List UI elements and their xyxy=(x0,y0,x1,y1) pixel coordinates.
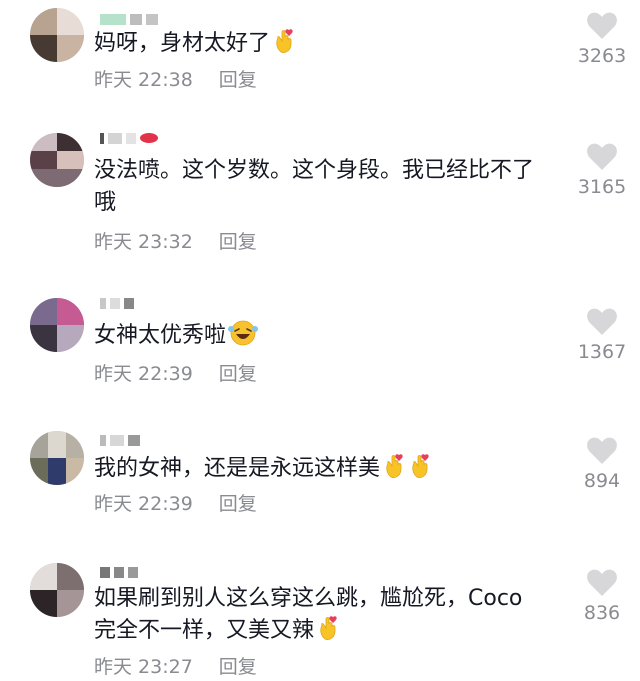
comment-time: 昨天 22:38 xyxy=(94,69,193,91)
comment-item: 我的女神，还是是永远这样美 昨天 22:39 回复 894 xyxy=(0,425,640,540)
avatar[interactable] xyxy=(30,563,84,617)
comment-time: 昨天 23:32 xyxy=(94,231,193,253)
like-count: 1367 xyxy=(577,341,627,363)
comment-text: 我的女神，还是是永远这样美 xyxy=(94,453,564,489)
reply-button[interactable]: 回复 xyxy=(219,492,257,516)
reply-button[interactable]: 回复 xyxy=(219,230,257,254)
reply-button[interactable]: 回复 xyxy=(219,68,257,92)
finger-heart-emoji xyxy=(408,453,432,489)
comment-meta: 昨天 23:32 回复 xyxy=(94,230,257,254)
finger-heart-emoji xyxy=(272,28,296,64)
avatar[interactable] xyxy=(30,133,84,187)
reply-button[interactable]: 回复 xyxy=(219,655,257,679)
avatar[interactable] xyxy=(30,8,84,62)
comment-meta: 昨天 23:27 回复 xyxy=(94,655,257,679)
comment-text: 如果刷到别人这么穿这么跳，尴尬死，Coco 完全不一样，又美又辣 xyxy=(94,583,564,651)
finger-heart-emoji xyxy=(382,453,406,489)
heart-icon[interactable] xyxy=(587,12,617,39)
comment-time: 昨天 22:39 xyxy=(94,493,193,515)
comment-time: 昨天 23:27 xyxy=(94,656,193,678)
comment-text: 妈呀，身材太好了 xyxy=(94,28,564,64)
like-count: 836 xyxy=(583,602,621,624)
username[interactable] xyxy=(100,12,158,26)
like-button[interactable]: 1367 xyxy=(570,308,634,363)
like-count: 3165 xyxy=(577,176,627,198)
finger-heart-emoji xyxy=(316,615,340,651)
username[interactable] xyxy=(100,433,140,447)
comment-text: 女神太优秀啦 xyxy=(94,320,564,356)
comment-item: 女神太优秀啦 昨天 22:39 回复 1367 xyxy=(0,290,640,400)
reply-button[interactable]: 回复 xyxy=(219,362,257,386)
avatar[interactable] xyxy=(30,298,84,352)
comment-item: 妈呀，身材太好了 昨天 22:38 回复 3263 xyxy=(0,0,640,110)
lips-emoji xyxy=(140,133,158,143)
comment-time: 昨天 22:39 xyxy=(94,363,193,385)
heart-icon[interactable] xyxy=(587,308,617,335)
heart-icon[interactable] xyxy=(587,143,617,170)
comment-meta: 昨天 22:38 回复 xyxy=(94,68,257,92)
comment-meta: 昨天 22:39 回复 xyxy=(94,362,257,386)
like-button[interactable]: 3263 xyxy=(570,12,634,67)
like-button[interactable]: 836 xyxy=(570,569,634,624)
comment-item: 如果刷到别人这么穿这么跳，尴尬死，Coco 完全不一样，又美又辣 昨天 23:2… xyxy=(0,555,640,681)
avatar[interactable] xyxy=(30,431,84,485)
comment-item: 没法喷。这个岁数。这个身段。我已经比不了 哦 昨天 23:32 回复 3165 xyxy=(0,125,640,275)
username[interactable] xyxy=(100,565,138,579)
like-count: 3263 xyxy=(577,45,627,67)
username[interactable] xyxy=(100,131,158,145)
like-button[interactable]: 3165 xyxy=(570,143,634,198)
username[interactable] xyxy=(100,296,134,310)
like-button[interactable]: 894 xyxy=(570,437,634,492)
laughing-emoji xyxy=(228,320,259,356)
comment-text: 没法喷。这个岁数。这个身段。我已经比不了 哦 xyxy=(94,158,535,215)
comment-meta: 昨天 22:39 回复 xyxy=(94,492,257,516)
heart-icon[interactable] xyxy=(587,569,617,596)
like-count: 894 xyxy=(583,470,621,492)
heart-icon[interactable] xyxy=(587,437,617,464)
